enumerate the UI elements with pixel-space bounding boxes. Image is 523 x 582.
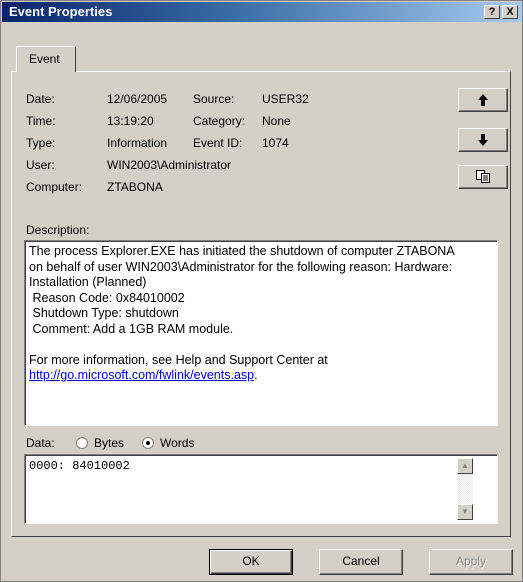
source-label: Source: <box>193 92 235 106</box>
data-label: Data: <box>26 436 55 450</box>
words-label[interactable]: Words <box>160 436 194 450</box>
bytes-radio[interactable] <box>76 437 88 449</box>
apply-button-label: Apply <box>455 554 487 568</box>
type-value: Information <box>107 136 168 150</box>
copy-button[interactable] <box>458 165 508 189</box>
cancel-button[interactable]: Cancel <box>319 549 403 575</box>
time-label: Time: <box>26 114 56 128</box>
data-content: 0000: 84010002 <box>29 459 130 473</box>
description-textbox[interactable]: The process Explorer.EXE has initiated t… <box>24 240 498 426</box>
link-suffix: . <box>254 368 258 382</box>
tab-panel: Date: 12/06/2005 Source: USER32 Time: 13… <box>11 71 511 537</box>
ok-button-label: OK <box>242 554 260 568</box>
apply-button[interactable]: Apply <box>429 549 513 575</box>
time-value: 13:19:20 <box>107 114 154 128</box>
radio-selected-dot <box>146 441 150 445</box>
title-bar[interactable]: Event Properties ? X <box>2 2 522 22</box>
data-textbox[interactable]: 0000: 84010002 ▲ ▼ <box>24 454 498 524</box>
next-event-button[interactable] <box>458 128 508 152</box>
help-button[interactable]: ? <box>484 5 500 19</box>
previous-event-button[interactable] <box>458 88 508 112</box>
event-properties-dialog: Event Properties ? X Event Date: 12/06/2… <box>0 0 523 582</box>
window-title: Event Properties <box>9 4 113 19</box>
computer-value: ZTABONA <box>107 180 163 194</box>
source-value: USER32 <box>262 92 309 106</box>
computer-label: Computer: <box>26 180 83 194</box>
arrow-up-icon <box>478 94 488 106</box>
user-label: User: <box>26 158 55 172</box>
scroll-up-arrow[interactable]: ▲ <box>457 458 473 474</box>
scroll-down-arrow[interactable]: ▼ <box>457 504 473 520</box>
tab-event-label: Event <box>29 52 60 66</box>
cancel-button-label: Cancel <box>342 554 380 568</box>
date-value: 12/06/2005 <box>107 92 168 106</box>
words-radio[interactable] <box>142 437 154 449</box>
description-text: The process Explorer.EXE has initiated t… <box>29 244 459 384</box>
description-body: The process Explorer.EXE has initiated t… <box>29 244 454 367</box>
category-label: Category: <box>193 114 246 128</box>
event-id-value: 1074 <box>262 136 289 150</box>
date-label: Date: <box>26 92 55 106</box>
ok-button[interactable]: OK <box>209 549 293 575</box>
bytes-label[interactable]: Bytes <box>94 436 124 450</box>
event-id-label: Event ID: <box>193 136 243 150</box>
help-link[interactable]: http://go.microsoft.com/fwlink/events.as… <box>29 368 254 382</box>
type-label: Type: <box>26 136 56 150</box>
data-scrollbar[interactable]: ▲ ▼ <box>457 458 473 520</box>
description-label: Description: <box>26 223 90 237</box>
category-value: None <box>262 114 291 128</box>
tab-event[interactable]: Event <box>16 46 76 72</box>
arrow-down-icon <box>478 134 488 146</box>
user-value: WIN2003\Administrator <box>107 158 232 172</box>
close-button[interactable]: X <box>502 5 518 19</box>
copy-icon <box>476 170 490 183</box>
